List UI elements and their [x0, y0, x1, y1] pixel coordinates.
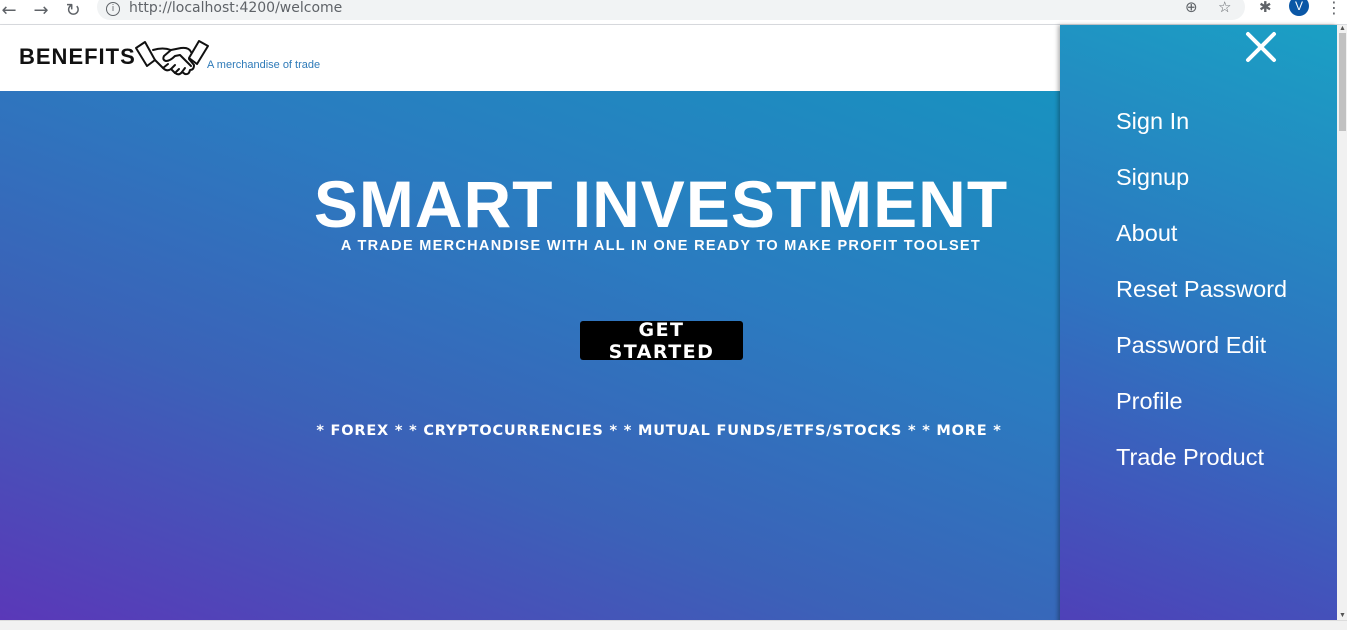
menu-item-reset-password[interactable]: Reset Password: [1116, 273, 1287, 329]
get-started-button[interactable]: GET STARTED: [580, 319, 743, 363]
profile-avatar[interactable]: V: [1289, 0, 1309, 16]
site-info-icon[interactable]: i: [106, 2, 120, 16]
tagline: A merchandise of trade: [207, 59, 321, 71]
bookmark-star-icon[interactable]: ☆: [1218, 0, 1231, 16]
zoom-icon[interactable]: ⊕: [1185, 0, 1198, 16]
scroll-down-icon[interactable]: ▼: [1339, 612, 1346, 619]
address-bar[interactable]: i http://localhost:4200/welcome ⊕ ☆: [97, 0, 1245, 20]
back-icon[interactable]: ←: [0, 0, 20, 21]
brand-name[interactable]: BENEFITS: [19, 44, 136, 70]
scrollbar-thumb[interactable]: [1339, 33, 1346, 131]
menu-item-about[interactable]: About: [1116, 217, 1287, 273]
browser-toolbar: ← → ↻ i http://localhost:4200/welcome ⊕ …: [0, 0, 1347, 25]
menu-item-signup[interactable]: Signup: [1116, 161, 1287, 217]
hero-section: SMART INVESTMENT A TRADE MERCHANDISE WIT…: [0, 91, 1060, 620]
forward-icon[interactable]: →: [30, 0, 52, 21]
handshake-icon: [135, 40, 209, 76]
browser-menu-icon[interactable]: ⋮: [1326, 0, 1342, 17]
menu-item-password-edit[interactable]: Password Edit: [1116, 329, 1287, 385]
reload-icon[interactable]: ↻: [62, 0, 84, 21]
close-icon[interactable]: [1243, 29, 1279, 65]
url-text[interactable]: http://localhost:4200/welcome: [129, 0, 342, 16]
menu-item-sign-in[interactable]: Sign In: [1116, 105, 1287, 161]
scroll-up-icon[interactable]: ▲: [1339, 25, 1346, 32]
menu-item-trade-product[interactable]: Trade Product: [1116, 441, 1287, 497]
site-header: BENEFITS A merchandise of trade: [0, 25, 1060, 91]
side-menu-list: Sign In Signup About Reset Password Pass…: [1116, 105, 1287, 497]
side-menu: Sign In Signup About Reset Password Pass…: [1060, 25, 1337, 625]
menu-item-profile[interactable]: Profile: [1116, 385, 1287, 441]
extensions-icon[interactable]: ✱: [1259, 0, 1272, 16]
vertical-scrollbar[interactable]: ▲ ▼: [1337, 25, 1347, 625]
